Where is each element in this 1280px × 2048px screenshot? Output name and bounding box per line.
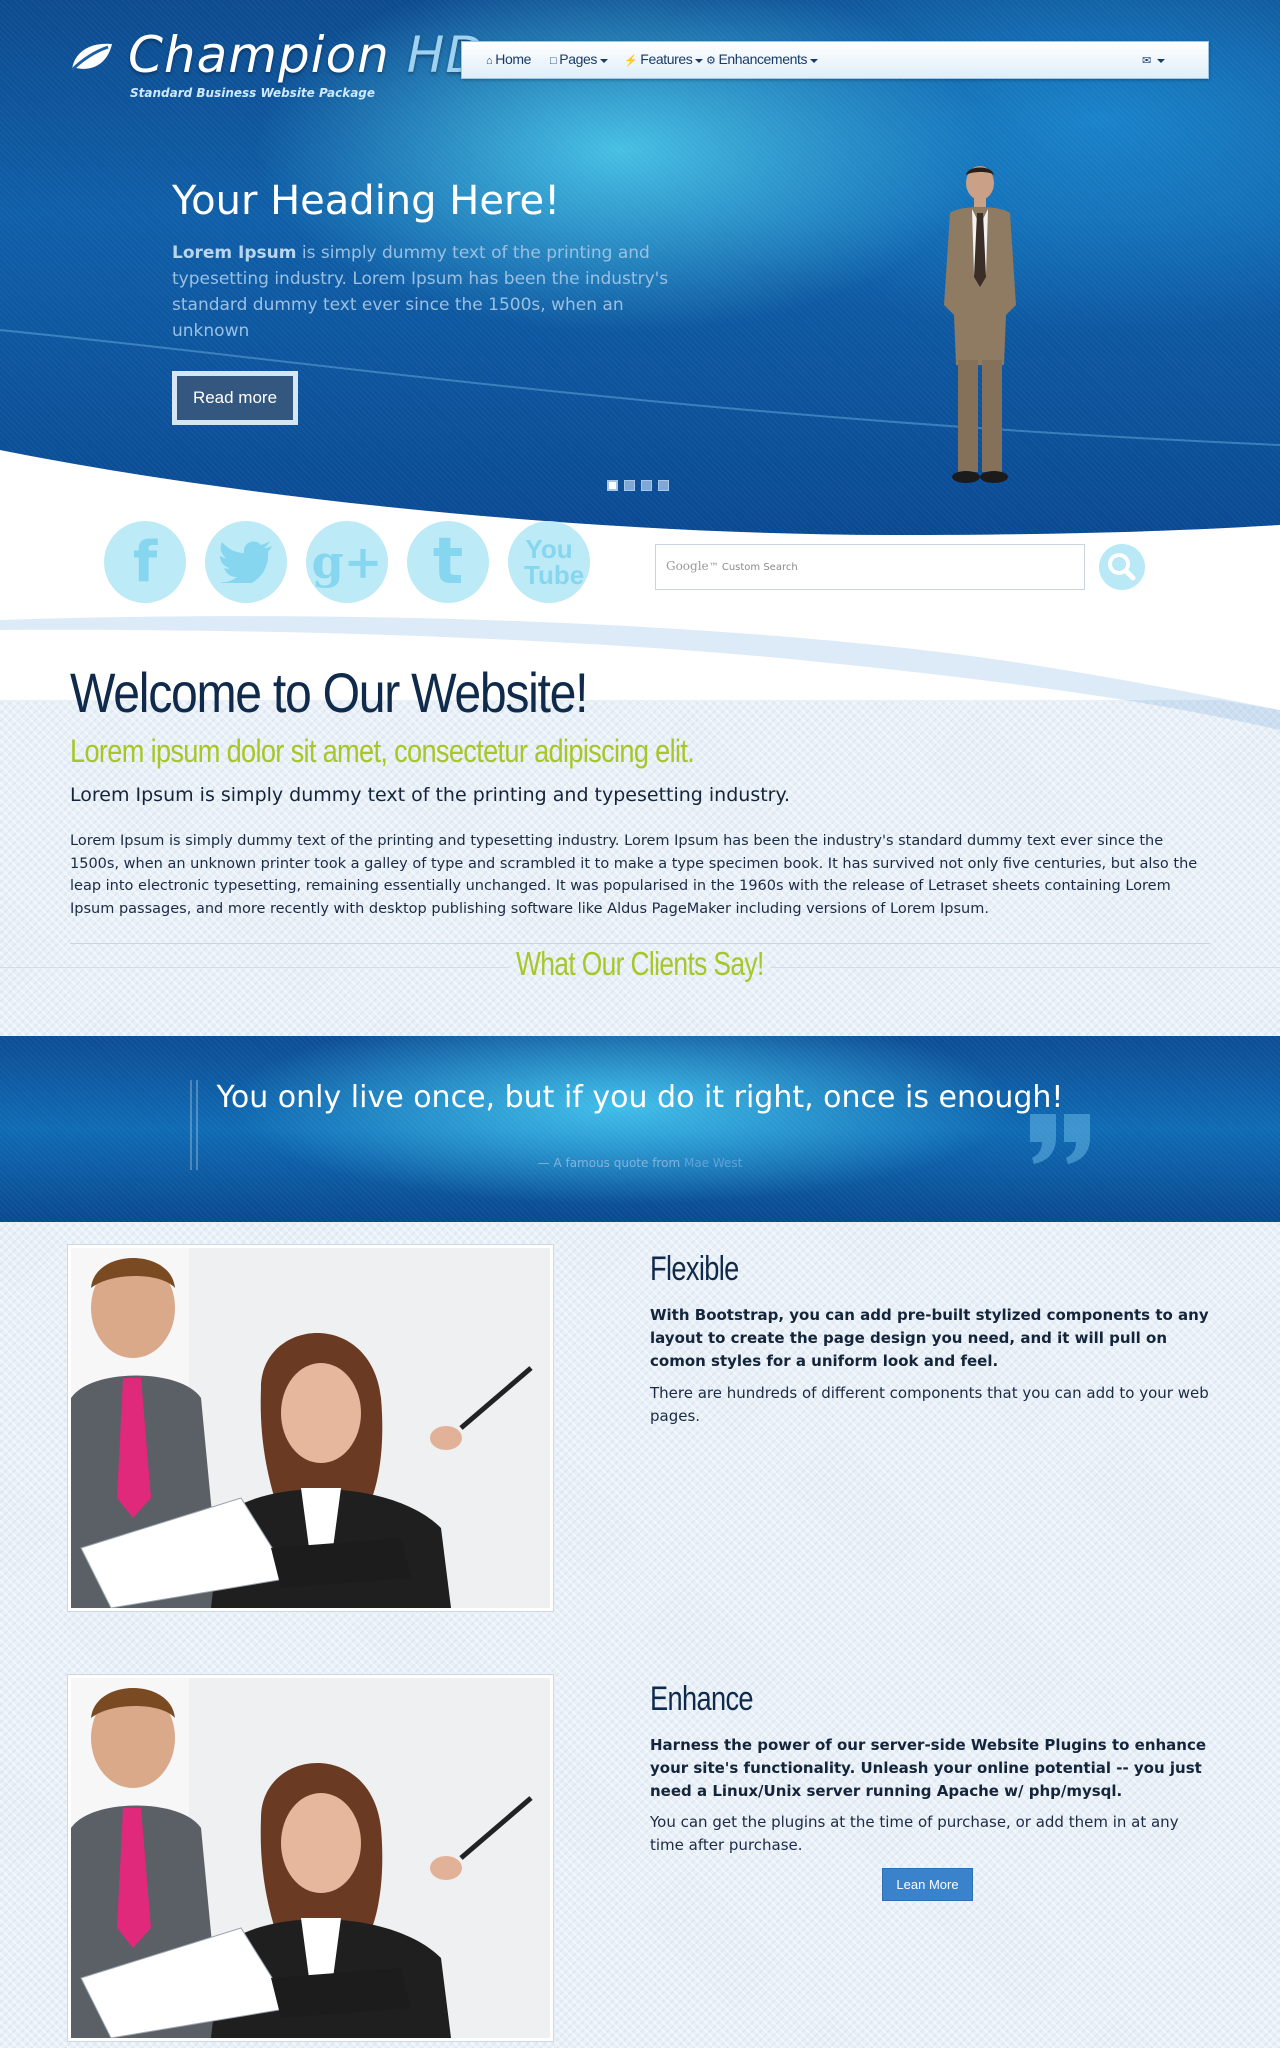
business-team-image bbox=[71, 1248, 550, 1609]
youtube-icon[interactable]: You Tube bbox=[508, 521, 590, 603]
slide-dot-4[interactable] bbox=[658, 480, 669, 491]
slide-dot-2[interactable] bbox=[624, 480, 635, 491]
feature-photo-enhance bbox=[67, 1674, 554, 2042]
quote-text: You only live once, but if you do it rig… bbox=[216, 1080, 1064, 1115]
divider bbox=[70, 943, 1210, 944]
leaf-icon bbox=[70, 43, 112, 72]
feature-title-enhance: Enhance bbox=[650, 1680, 754, 1718]
google-plus-icon[interactable]: g+ bbox=[306, 521, 388, 603]
slider-pagination bbox=[607, 480, 669, 491]
chevron-down-icon bbox=[1156, 59, 1165, 63]
slide-dot-3[interactable] bbox=[641, 480, 652, 491]
feature-bold-enhance: Harness the power of our server-side Web… bbox=[650, 1736, 1207, 1800]
file-icon: □ bbox=[550, 55, 557, 67]
testimonial-band: You only live once, but if you do it rig… bbox=[0, 1036, 1280, 1222]
feature-text-enhance: You can get the plugins at the time of p… bbox=[650, 1813, 1179, 1854]
learn-more-button[interactable]: Lean More bbox=[882, 1868, 973, 1901]
welcome-title: Welcome to Our Website! bbox=[70, 661, 589, 724]
home-icon: ⌂ bbox=[486, 55, 493, 67]
feature-bold-flexible: With Bootstrap, you can add pre-built st… bbox=[650, 1306, 1209, 1370]
welcome-subtitle: Lorem ipsum dolor sit amet, consectetur … bbox=[70, 733, 695, 769]
hero-heading: Your Heading Here! bbox=[172, 178, 561, 224]
search-input[interactable]: Google™ Custom Search bbox=[655, 544, 1085, 590]
nav-home[interactable]: ⌂ Home bbox=[486, 51, 531, 67]
feature-photo-flexible bbox=[67, 1244, 554, 1612]
welcome-lead: Lorem Ipsum is simply dummy text of the … bbox=[70, 784, 791, 806]
facebook-icon[interactable]: f bbox=[104, 521, 186, 603]
feature-text-flexible: There are hundreds of different componen… bbox=[650, 1384, 1209, 1425]
nav-features[interactable]: ⚡ Features bbox=[624, 51, 704, 67]
businessman-image bbox=[944, 166, 1016, 483]
twitter-icon[interactable]: t bbox=[205, 521, 287, 603]
welcome-body: Lorem Ipsum is simply dummy text of the … bbox=[70, 833, 1198, 917]
brand-title: Champion HD bbox=[128, 26, 485, 84]
chevron-down-icon bbox=[810, 59, 819, 63]
bolt-icon: ⚡ bbox=[624, 55, 638, 67]
feature-title-flexible: Flexible bbox=[650, 1250, 739, 1288]
clients-title: What Our Clients Say! bbox=[516, 945, 764, 982]
search-button[interactable] bbox=[1099, 544, 1145, 590]
quote-mark-icon bbox=[1030, 1114, 1090, 1164]
tumblr-icon[interactable]: t bbox=[407, 521, 489, 603]
read-more-button[interactable]: Read more bbox=[172, 371, 298, 425]
hero-wave-shape bbox=[0, 329, 1280, 700]
nav-enhancements[interactable]: ⚙ Enhancements bbox=[706, 51, 819, 67]
gears-icon: ⚙ bbox=[706, 55, 716, 67]
brand-tagline: Standard Business Website Package bbox=[130, 86, 376, 100]
twitter-bird-icon bbox=[220, 541, 272, 583]
search-icon bbox=[1108, 553, 1136, 581]
main-navbar: ⌂ Home □ Pages ⚡ Features ⚙ Enhancements ✉ bbox=[461, 41, 1209, 79]
chevron-down-icon bbox=[695, 59, 704, 63]
hero-text: Lorem Ipsum is simply dummy text of the … bbox=[172, 243, 669, 341]
envelope-icon: ✉ bbox=[1142, 55, 1151, 67]
nav-contact[interactable]: ✉ bbox=[1142, 51, 1165, 67]
chevron-down-icon bbox=[599, 59, 608, 63]
nav-pages[interactable]: □ Pages bbox=[550, 51, 608, 67]
slide-dot-1[interactable] bbox=[607, 480, 618, 491]
business-team-image bbox=[71, 1678, 550, 2039]
